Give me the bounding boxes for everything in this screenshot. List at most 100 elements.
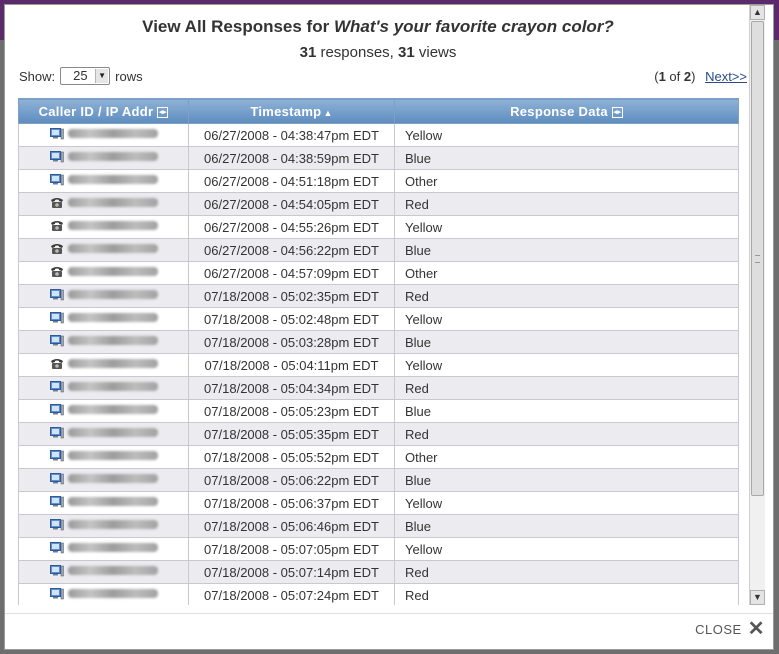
caller-id: [49, 518, 158, 531]
redacted-caller-id: [67, 359, 158, 368]
caller-id: [50, 197, 158, 209]
response-cell: Blue: [394, 330, 739, 354]
timestamp-cell: 07/18/2008 - 05:07:24pm EDT: [188, 583, 395, 605]
caller-cell: [18, 353, 189, 377]
redacted-caller-id: [67, 428, 158, 437]
caller-id: [49, 541, 158, 554]
response-cell: Yellow: [394, 123, 739, 147]
caller-id: [49, 564, 158, 577]
sort-ascending-icon: ▲: [323, 107, 333, 118]
computer-icon: [49, 311, 64, 324]
vertical-scrollbar[interactable]: ▲ ▼: [749, 5, 765, 605]
redacted-caller-id: [67, 474, 158, 483]
table-row: 07/18/2008 - 05:02:35pm EDT Red: [18, 284, 739, 308]
timestamp-cell: 07/18/2008 - 05:05:52pm EDT: [188, 445, 395, 469]
timestamp-cell: 07/18/2008 - 05:02:48pm EDT: [188, 307, 395, 331]
response-cell: Red: [394, 376, 739, 400]
caller-id: [49, 127, 158, 140]
computer-icon: [49, 426, 64, 439]
timestamp-cell: 07/18/2008 - 05:06:46pm EDT: [188, 514, 395, 538]
rows-per-page-select[interactable]: 25 ▼: [60, 67, 111, 85]
timestamp-cell: 06/27/2008 - 04:56:22pm EDT: [188, 238, 395, 262]
redacted-caller-id: [67, 290, 158, 299]
caller-id: [49, 495, 158, 508]
response-cell: Yellow: [394, 215, 739, 239]
timestamp-cell: 06/27/2008 - 04:55:26pm EDT: [188, 215, 395, 239]
column-header-timestamp[interactable]: Timestamp ▲: [188, 98, 395, 124]
pager-close: ): [691, 69, 696, 84]
timestamp-cell: 07/18/2008 - 05:05:23pm EDT: [188, 399, 395, 423]
responses-table: Caller ID / IP Addr ◂▸ Timestamp ▲ Respons…: [18, 98, 739, 605]
caller-cell: [18, 560, 189, 584]
table-row: 07/18/2008 - 05:07:24pm EDT Red: [18, 583, 739, 605]
expand-column-icon[interactable]: ◂▸: [157, 106, 169, 118]
response-cell: Red: [394, 192, 739, 216]
redacted-caller-id: [67, 198, 158, 207]
table-row: 07/18/2008 - 05:04:11pm EDT Yellow: [18, 353, 739, 377]
scroll-up-button[interactable]: ▲: [750, 5, 765, 20]
computer-icon: [49, 127, 64, 140]
redacted-caller-id: [67, 589, 158, 598]
timestamp-cell: 06/27/2008 - 04:54:05pm EDT: [188, 192, 395, 216]
response-cell: Blue: [394, 399, 739, 423]
phone-icon: [50, 243, 64, 255]
redacted-caller-id: [67, 405, 158, 414]
caller-cell: [18, 537, 189, 561]
response-cell: Other: [394, 169, 739, 193]
title-prefix: View All Responses for: [142, 17, 334, 36]
dialog-title: View All Responses for What's your favor…: [5, 17, 751, 37]
column-caller-label: Caller ID / IP Addr: [38, 103, 154, 119]
caller-id: [49, 173, 158, 186]
footer-divider: [5, 613, 773, 614]
phone-icon: [50, 266, 64, 278]
timestamp-cell: 06/27/2008 - 04:38:47pm EDT: [188, 123, 395, 147]
table-row: 06/27/2008 - 04:55:26pm EDT Yellow: [18, 215, 739, 239]
computer-icon: [49, 173, 64, 186]
phone-icon: [50, 358, 64, 370]
expand-column-icon[interactable]: ◂▸: [611, 106, 623, 118]
redacted-caller-id: [67, 451, 158, 460]
computer-icon: [49, 150, 64, 163]
computer-icon: [49, 564, 64, 577]
redacted-caller-id: [67, 336, 158, 345]
table-body: 06/27/2008 - 04:38:47pm EDT Yellow 06/27/2…: [18, 123, 739, 605]
response-cell: Red: [394, 560, 739, 584]
column-header-response[interactable]: Response Data ◂▸: [394, 98, 739, 124]
caller-cell: [18, 215, 189, 239]
scrollbar-thumb[interactable]: [751, 21, 764, 496]
table-row: 07/18/2008 - 05:06:22pm EDT Blue: [18, 468, 739, 492]
caller-cell: [18, 123, 189, 147]
caller-id: [50, 220, 158, 232]
scroll-down-button[interactable]: ▼: [750, 590, 765, 605]
redacted-caller-id: [67, 221, 158, 230]
caller-id: [49, 426, 158, 439]
response-cell: Yellow: [394, 537, 739, 561]
redacted-caller-id: [67, 497, 158, 506]
response-cell: Yellow: [394, 491, 739, 515]
response-cell: Red: [394, 284, 739, 308]
column-response-label: Response Data: [510, 103, 608, 119]
redacted-caller-id: [67, 566, 158, 575]
rows-label: rows: [115, 68, 143, 84]
redacted-caller-id: [67, 520, 158, 529]
view-count: 31: [398, 44, 415, 61]
table-row: 06/27/2008 - 04:56:22pm EDT Blue: [18, 238, 739, 262]
column-timestamp-label: Timestamp: [250, 103, 322, 119]
response-cell: Blue: [394, 514, 739, 538]
column-header-caller[interactable]: Caller ID / IP Addr ◂▸: [18, 98, 189, 124]
response-cell: Other: [394, 261, 739, 285]
next-page-link[interactable]: Next>>: [705, 69, 747, 84]
pager-of: of: [665, 69, 684, 84]
computer-icon: [49, 472, 64, 485]
caller-id: [49, 334, 158, 347]
table-row: 07/18/2008 - 05:05:52pm EDT Other: [18, 445, 739, 469]
close-button[interactable]: CLOSE ✕: [695, 619, 765, 639]
computer-icon: [49, 518, 64, 531]
caller-cell: [18, 583, 189, 605]
caller-id: [49, 380, 158, 393]
caller-id: [49, 472, 158, 485]
close-label: CLOSE: [695, 621, 742, 637]
response-cell: Red: [394, 422, 739, 446]
timestamp-cell: 07/18/2008 - 05:03:28pm EDT: [188, 330, 395, 354]
timestamp-cell: 07/18/2008 - 05:07:05pm EDT: [188, 537, 395, 561]
